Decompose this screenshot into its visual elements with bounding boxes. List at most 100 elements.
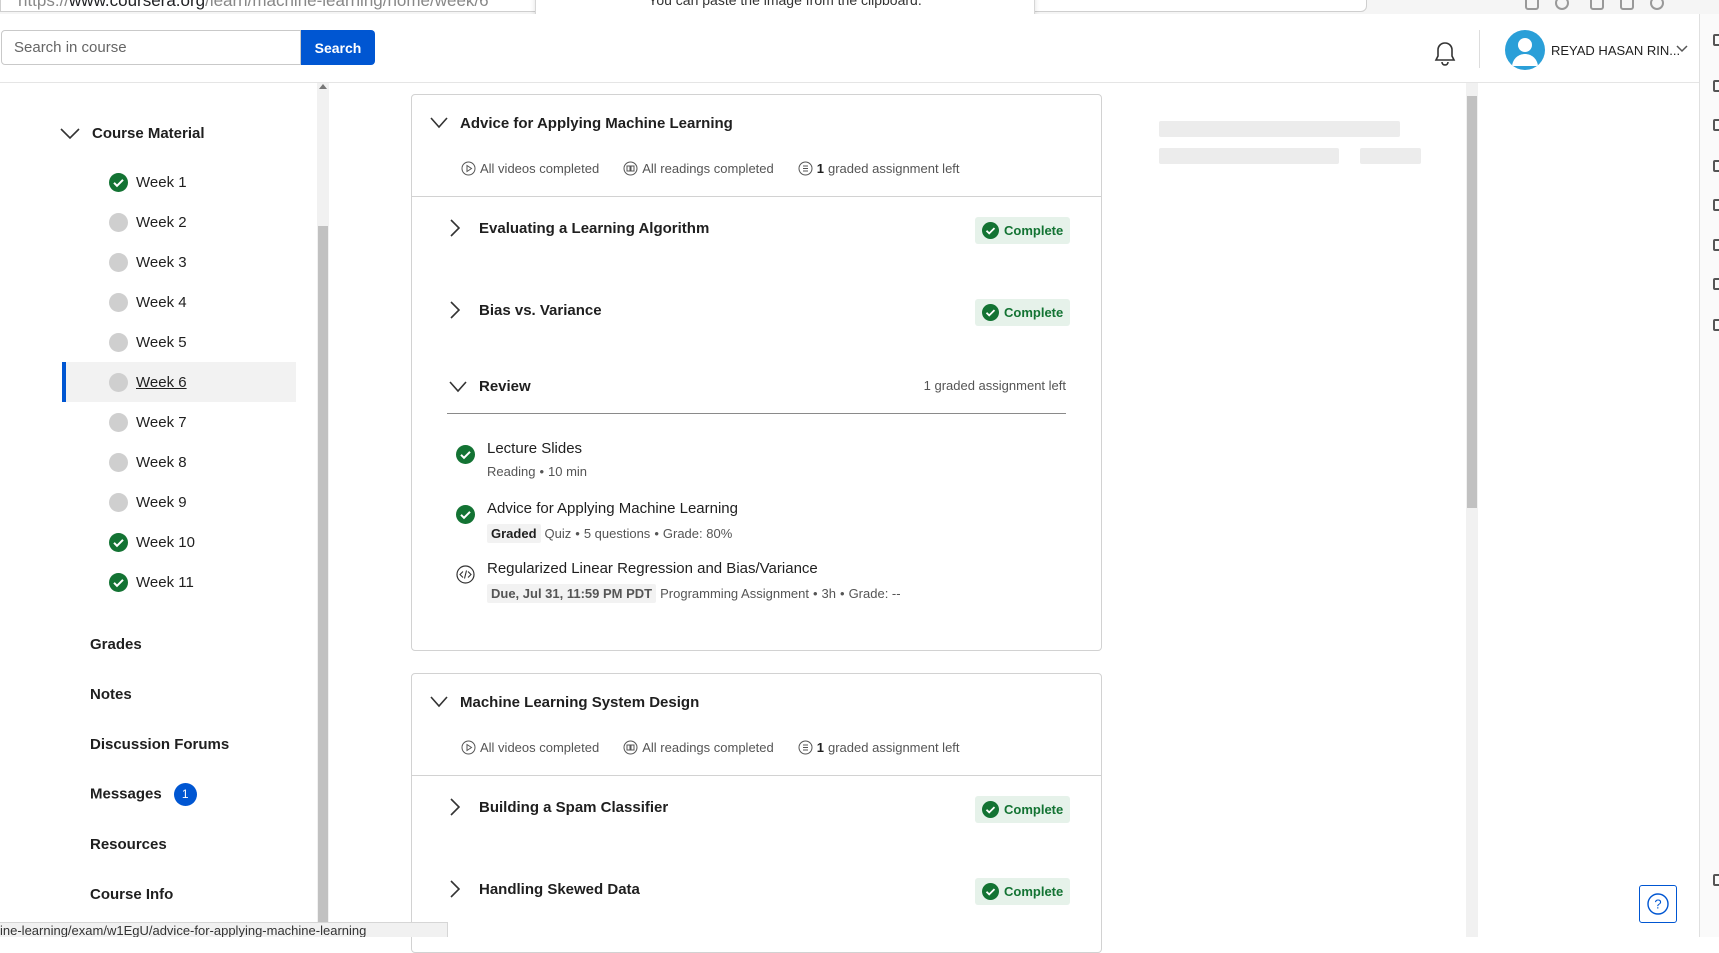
avatar[interactable] bbox=[1505, 30, 1545, 70]
week-label: Week 7 bbox=[136, 413, 187, 431]
sidebar-settings-icon[interactable] bbox=[1713, 874, 1719, 886]
help-button[interactable]: ? bbox=[1639, 885, 1677, 923]
book-circle-icon bbox=[623, 161, 638, 176]
course-material-toggle[interactable]: Course Material bbox=[60, 125, 205, 142]
module-header[interactable]: Advice for Applying Machine Learning All… bbox=[412, 95, 1101, 197]
header-divider bbox=[1479, 30, 1480, 68]
check-circle-icon bbox=[456, 445, 475, 464]
sidebar-scrollbar-thumb[interactable] bbox=[318, 226, 328, 923]
item-grade: Grade: -- bbox=[848, 586, 901, 601]
sidebar-item-week-5[interactable]: Week 5 bbox=[62, 322, 296, 362]
bookmark-icon[interactable] bbox=[1525, 0, 1539, 10]
sidebar-item-week-10[interactable]: Week 10 bbox=[62, 522, 296, 562]
item-questions: 5 questions bbox=[583, 526, 651, 541]
search-button[interactable]: Search bbox=[301, 30, 375, 65]
readings-stat: All readings completed bbox=[623, 740, 774, 755]
favorites-icon[interactable] bbox=[1620, 0, 1634, 10]
sidebar-item-week-9[interactable]: Week 9 bbox=[62, 482, 296, 522]
chevron-down-icon[interactable] bbox=[1676, 44, 1688, 54]
search-input[interactable] bbox=[1, 30, 301, 65]
book-circle-icon bbox=[623, 740, 638, 755]
lesson-title: Building a Spam Classifier bbox=[479, 799, 669, 816]
complete-badge-text: Complete bbox=[1004, 223, 1064, 238]
sidebar-outlook-icon[interactable] bbox=[1713, 199, 1719, 211]
sidebar-item-week-7[interactable]: Week 7 bbox=[62, 402, 296, 442]
check-circle-icon bbox=[982, 304, 999, 321]
nav-grades[interactable]: Grades bbox=[90, 636, 142, 653]
check-circle-icon bbox=[109, 573, 128, 592]
graded-stat-text: graded assignment left bbox=[828, 161, 960, 176]
item-meta: Graded Quiz • 5 questions • Grade: 80% bbox=[487, 524, 732, 543]
lesson-row[interactable]: Handling Skewed Data Complete bbox=[412, 858, 1101, 940]
check-circle-icon bbox=[109, 533, 128, 552]
item-type: Reading bbox=[487, 464, 536, 479]
item-meta: Reading • 10 min bbox=[487, 464, 587, 479]
week-label: Week 4 bbox=[136, 293, 187, 311]
module-card: Machine Learning System Design All video… bbox=[411, 673, 1102, 953]
meta-separator: • bbox=[539, 464, 544, 479]
week-label: Week 6 bbox=[136, 373, 187, 391]
lesson-row[interactable]: Bias vs. Variance Complete bbox=[412, 279, 1101, 361]
module-header[interactable]: Machine Learning System Design All video… bbox=[412, 674, 1101, 776]
loading-skeleton bbox=[1360, 148, 1421, 164]
item-type: Programming Assignment bbox=[660, 586, 809, 601]
notification-bell-icon[interactable] bbox=[1433, 41, 1457, 67]
sidebar-item-week-3[interactable]: Week 3 bbox=[62, 242, 296, 282]
chevron-right-icon bbox=[450, 880, 460, 898]
sidebar-tools-icon[interactable] bbox=[1713, 80, 1719, 92]
profile-icon[interactable] bbox=[1650, 0, 1664, 10]
incomplete-circle-icon bbox=[109, 213, 128, 232]
sidebar-games-icon[interactable] bbox=[1713, 119, 1719, 131]
lesson-row[interactable]: Evaluating a Learning Algorithm Complete bbox=[412, 197, 1101, 279]
check-circle-icon bbox=[109, 173, 128, 192]
complete-badge: Complete bbox=[975, 299, 1071, 326]
sidebar-item-week-11[interactable]: Week 11 bbox=[62, 562, 296, 602]
address-bar-url[interactable]: https://www.coursera.org/learn/machine-l… bbox=[18, 0, 489, 11]
meta-separator: • bbox=[654, 526, 659, 541]
complete-badge: Complete bbox=[975, 796, 1071, 823]
nav-course-info[interactable]: Course Info bbox=[90, 886, 173, 903]
check-circle-icon bbox=[982, 883, 999, 900]
sidebar-add-icon[interactable] bbox=[1713, 319, 1719, 331]
review-item[interactable]: Lecture Slides Reading • 10 min bbox=[412, 428, 1101, 488]
nav-messages[interactable]: Messages 1 bbox=[90, 783, 197, 806]
play-circle-icon bbox=[461, 740, 476, 755]
sidebar-item-week-6[interactable]: Week 6 bbox=[62, 362, 296, 402]
complete-badge-text: Complete bbox=[1004, 884, 1064, 899]
extension-icon[interactable] bbox=[1555, 0, 1569, 10]
sidebar-office-icon[interactable] bbox=[1713, 160, 1719, 172]
sidebar-item-week-4[interactable]: Week 4 bbox=[62, 282, 296, 322]
split-icon[interactable] bbox=[1590, 0, 1604, 10]
sidebar-search-icon[interactable] bbox=[1713, 34, 1719, 46]
videos-stat: All videos completed bbox=[461, 161, 599, 176]
loading-skeleton bbox=[1159, 121, 1400, 137]
module-title: Machine Learning System Design bbox=[460, 694, 700, 711]
assignment-icon bbox=[798, 740, 813, 755]
incomplete-circle-icon bbox=[109, 253, 128, 272]
sidebar-mail-icon[interactable] bbox=[1713, 239, 1719, 251]
scroll-up-arrow-icon[interactable] bbox=[319, 84, 327, 89]
nav-notes[interactable]: Notes bbox=[90, 686, 132, 703]
module-stats: All videos completed All readings comple… bbox=[461, 161, 960, 176]
code-icon bbox=[456, 565, 475, 584]
sidebar-item-week-8[interactable]: Week 8 bbox=[62, 442, 296, 482]
review-item[interactable]: Advice for Applying Machine Learning Gra… bbox=[412, 488, 1101, 548]
lesson-title: Bias vs. Variance bbox=[479, 302, 602, 319]
user-name[interactable]: REYAD HASAN RIN... bbox=[1551, 43, 1680, 58]
complete-badge-text: Complete bbox=[1004, 305, 1064, 320]
sidebar-item-week-2[interactable]: Week 2 bbox=[62, 202, 296, 242]
nav-discussion-forums[interactable]: Discussion Forums bbox=[90, 736, 229, 753]
main-scrollbar-thumb[interactable] bbox=[1467, 96, 1477, 508]
meta-separator: • bbox=[575, 526, 580, 541]
week-label: Week 10 bbox=[136, 533, 195, 551]
sidebar-item-week-1[interactable]: Week 1 bbox=[62, 162, 296, 202]
review-item[interactable]: Regularized Linear Regression and Bias/V… bbox=[412, 548, 1101, 608]
item-type: Quiz bbox=[544, 526, 572, 541]
module-title: Advice for Applying Machine Learning bbox=[460, 115, 733, 132]
review-section-header[interactable]: Review 1 graded assignment left bbox=[447, 361, 1066, 414]
sidebar-drop-icon[interactable] bbox=[1713, 278, 1719, 290]
module-card: Advice for Applying Machine Learning All… bbox=[411, 94, 1102, 651]
lesson-row[interactable]: Building a Spam Classifier Complete bbox=[412, 776, 1101, 858]
check-circle-icon bbox=[456, 505, 475, 524]
nav-resources[interactable]: Resources bbox=[90, 836, 167, 853]
